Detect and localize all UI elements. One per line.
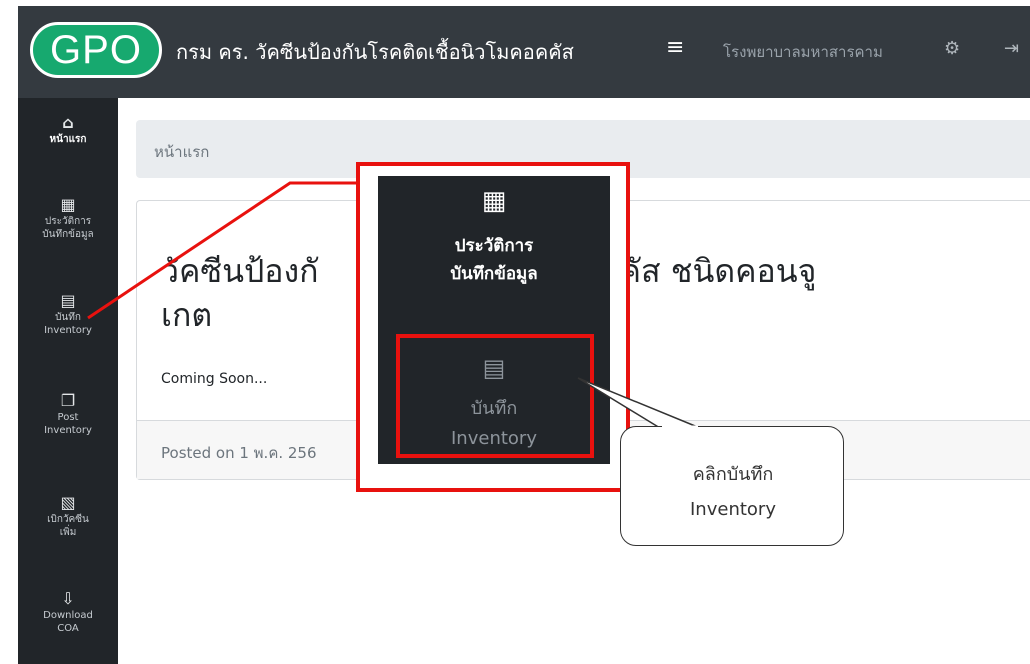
callout-pointer-cover	[662, 425, 698, 429]
